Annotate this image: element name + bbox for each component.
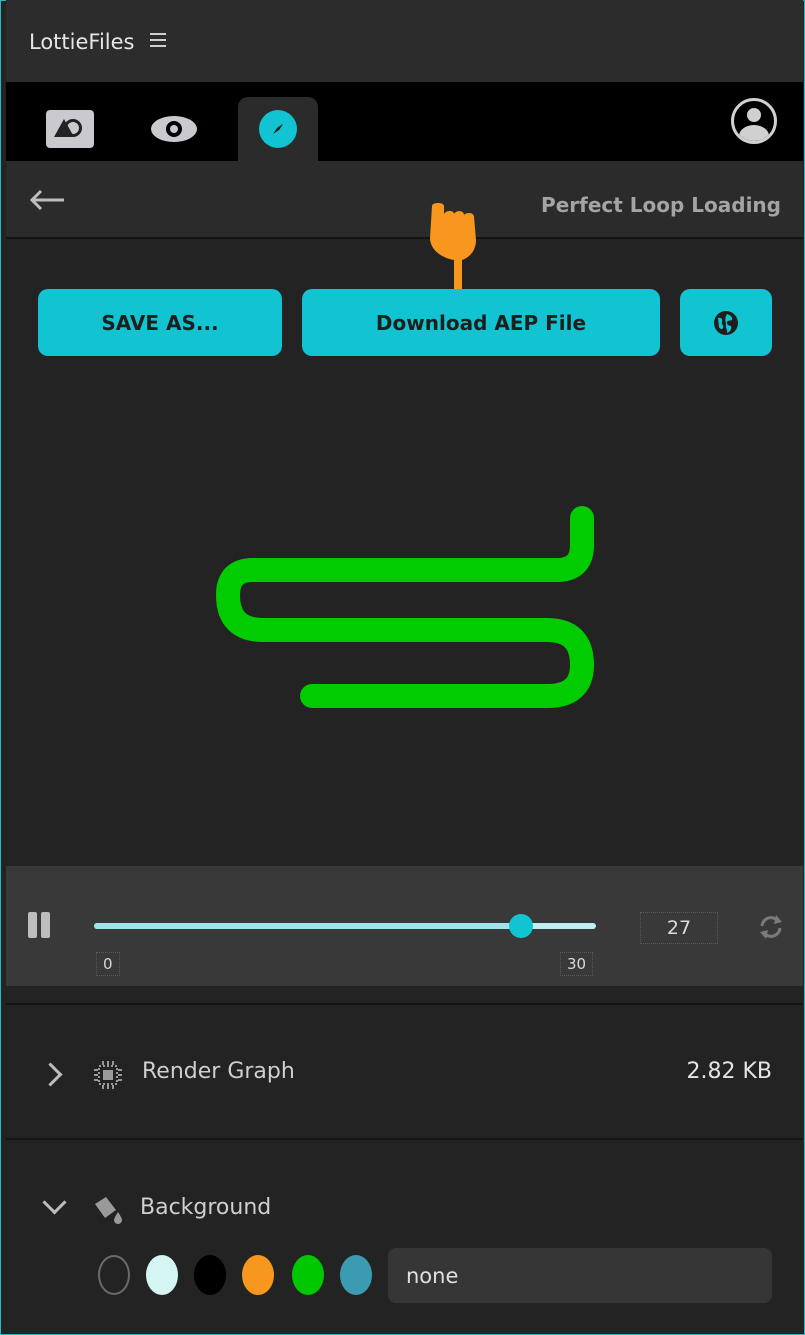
tab-effects[interactable] (30, 97, 110, 161)
download-aep-button[interactable]: Download AEP File (302, 289, 660, 356)
timeline-progress (94, 923, 521, 929)
color-swatch[interactable] (146, 1255, 178, 1295)
color-swatch[interactable] (98, 1255, 130, 1295)
chevron-down-icon[interactable] (42, 1190, 67, 1215)
title-bar: LottieFiles (6, 0, 803, 82)
pause-icon[interactable] (28, 912, 52, 938)
app-title: LottieFiles (29, 30, 135, 54)
playback-bar: 0 30 27 (6, 866, 803, 986)
background-label: Background (140, 1195, 272, 1220)
globe-button[interactable] (680, 289, 772, 356)
back-arrow-icon[interactable] (28, 189, 68, 211)
color-swatch[interactable] (194, 1255, 226, 1295)
animation-preview (216, 506, 594, 708)
color-swatch[interactable] (242, 1255, 274, 1295)
render-graph-label: Render Graph (142, 1059, 295, 1084)
animation-title: Perfect Loop Loading (541, 193, 781, 217)
divider (6, 1003, 803, 1005)
start-frame-label: 0 (96, 952, 120, 976)
current-frame-field[interactable]: 27 (640, 912, 718, 944)
render-graph-size: 2.82 KB (686, 1059, 773, 1084)
color-swatch[interactable] (292, 1255, 324, 1295)
render-graph-row[interactable]: Render Graph 2.82 KB (6, 1006, 803, 1138)
globe-icon (714, 310, 738, 335)
chip-icon (94, 1061, 122, 1089)
loop-icon[interactable] (756, 912, 786, 942)
tab-bar (6, 82, 803, 161)
background-row: Background (6, 1140, 803, 1240)
tab-explore[interactable] (238, 97, 318, 161)
color-swatch[interactable] (340, 1255, 372, 1295)
paint-bucket-icon (95, 1197, 122, 1224)
eye-icon (151, 116, 197, 142)
hamburger-menu-icon[interactable] (150, 33, 166, 47)
page-header: Perfect Loop Loading (6, 161, 803, 239)
effects-icon (46, 110, 94, 148)
timeline-thumb[interactable] (508, 914, 533, 938)
save-as-button[interactable]: SAVE AS... (38, 289, 282, 356)
timeline-slider[interactable] (94, 914, 596, 938)
chevron-right-icon[interactable] (38, 1062, 63, 1087)
user-avatar-icon[interactable] (731, 98, 777, 144)
background-value-field[interactable]: none (388, 1248, 772, 1303)
compass-icon (259, 110, 297, 148)
tab-preview[interactable] (134, 97, 214, 161)
end-frame-label: 30 (560, 952, 594, 976)
pointer-hand-icon (430, 203, 476, 294)
